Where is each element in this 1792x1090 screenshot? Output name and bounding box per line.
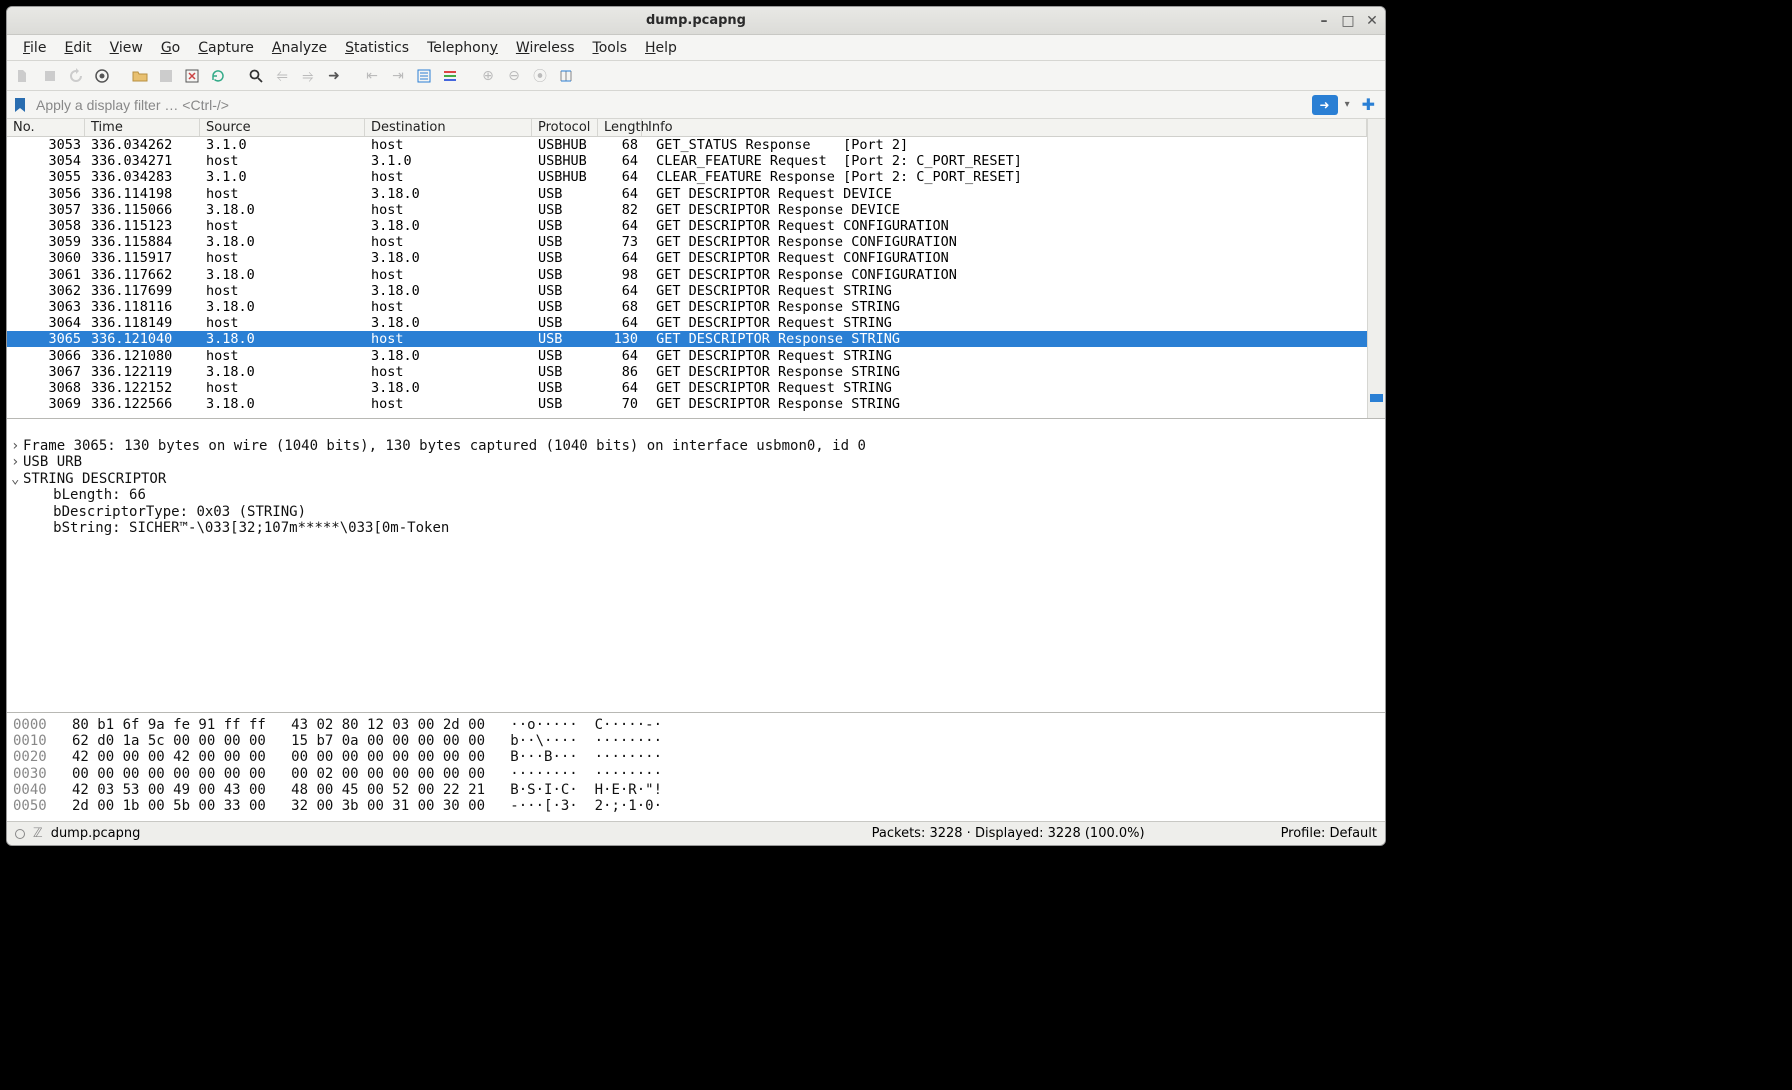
detail-string-descriptor[interactable]: STRING DESCRIPTOR [23, 471, 166, 487]
menu-analyze[interactable]: Analyze [264, 37, 335, 59]
detail-blength[interactable]: bLength: 66 [53, 487, 146, 503]
packet-list-header[interactable]: No. Time Source Destination Protocol Len… [7, 119, 1367, 137]
window-title: dump.pcapng [646, 13, 746, 28]
packet-bytes-pane[interactable]: 0000 80 b1 6f 9a fe 91 ff ff 43 02 80 12… [7, 713, 1385, 821]
packet-row[interactable]: 3060336.115917host3.18.0USB64 GET DESCRI… [7, 250, 1367, 266]
col-header-destination[interactable]: Destination [365, 119, 532, 136]
zoom-out-icon[interactable]: ⊖ [503, 65, 525, 87]
menu-wireless[interactable]: Wireless [508, 37, 583, 59]
col-header-source[interactable]: Source [200, 119, 365, 136]
packet-row[interactable]: 3058336.115123host3.18.0USB64 GET DESCRI… [7, 218, 1367, 234]
packet-row[interactable]: 3069336.1225663.18.0hostUSB70 GET DESCRI… [7, 396, 1367, 412]
display-filter-bar: ➜ ▾ ✚ [7, 91, 1385, 119]
menu-help[interactable]: Help [637, 37, 685, 59]
bookmark-icon[interactable] [12, 97, 28, 113]
add-filter-button[interactable]: ✚ [1357, 95, 1380, 114]
maximize-button[interactable]: □ [1341, 13, 1355, 29]
zoom-in-icon[interactable]: ⊕ [477, 65, 499, 87]
close-button[interactable]: ✕ [1365, 13, 1379, 29]
packet-row[interactable]: 3056336.114198host3.18.0USB64 GET DESCRI… [7, 186, 1367, 202]
go-forward-icon[interactable]: ⥤ [297, 65, 319, 87]
zoom-reset-icon[interactable]: ⦿ [529, 65, 551, 87]
close-file-icon[interactable] [181, 65, 203, 87]
menu-file[interactable]: File [15, 37, 54, 59]
detail-usb-urb[interactable]: USB URB [23, 454, 82, 470]
start-capture-icon[interactable] [13, 65, 35, 87]
col-header-no[interactable]: No. [7, 119, 85, 136]
packet-row[interactable]: 3068336.122152host3.18.0USB64 GET DESCRI… [7, 380, 1367, 396]
colorize-icon[interactable] [439, 65, 461, 87]
menu-telephony[interactable]: Telephony [419, 37, 506, 59]
toolbar: ⥢ ⥤ ➜ ⇤ ⇥ ⊕ ⊖ ⦿ [7, 61, 1385, 91]
go-first-icon[interactable]: ⇤ [361, 65, 383, 87]
go-to-packet-icon[interactable]: ➜ [323, 65, 345, 87]
packet-row[interactable]: 3053336.0342623.1.0hostUSBHUB68 GET_STAT… [7, 137, 1367, 153]
packet-row[interactable]: 3067336.1221193.18.0hostUSB86 GET DESCRI… [7, 364, 1367, 380]
reload-file-icon[interactable] [207, 65, 229, 87]
menubar: File Edit View Go Capture Analyze Statis… [7, 35, 1385, 61]
capture-file-properties-icon[interactable]: ℤ [33, 826, 43, 841]
packet-list-body[interactable]: 3053336.0342623.1.0hostUSBHUB68 GET_STAT… [7, 137, 1367, 418]
app-window: dump.pcapng – □ ✕ File Edit View Go Capt… [6, 6, 1386, 846]
expert-info-icon[interactable] [15, 829, 25, 839]
packet-row[interactable]: 3055336.0342833.1.0hostUSBHUB64 CLEAR_FE… [7, 169, 1367, 185]
resize-columns-icon[interactable] [555, 65, 577, 87]
packet-row[interactable]: 3066336.121080host3.18.0USB64 GET DESCRI… [7, 347, 1367, 363]
auto-scroll-icon[interactable] [413, 65, 435, 87]
status-packets: Packets: 3228 · Displayed: 3228 (100.0%) [872, 826, 1145, 841]
status-file: dump.pcapng [51, 826, 141, 841]
packet-row[interactable]: 3063336.1181163.18.0hostUSB68 GET DESCRI… [7, 299, 1367, 315]
packet-row[interactable]: 3062336.117699host3.18.0USB64 GET DESCRI… [7, 283, 1367, 299]
detail-frame[interactable]: Frame 3065: 130 bytes on wire (1040 bits… [23, 438, 866, 454]
menu-tools[interactable]: Tools [585, 37, 636, 59]
packet-row[interactable]: 3065336.1210403.18.0hostUSB130 GET DESCR… [7, 331, 1367, 347]
go-back-icon[interactable]: ⥢ [271, 65, 293, 87]
menu-capture[interactable]: Capture [190, 37, 262, 59]
menu-statistics[interactable]: Statistics [337, 37, 417, 59]
packet-list-scrollbar[interactable] [1367, 119, 1385, 418]
save-file-icon[interactable] [155, 65, 177, 87]
col-header-protocol[interactable]: Protocol [532, 119, 598, 136]
col-header-time[interactable]: Time [85, 119, 200, 136]
open-file-icon[interactable] [129, 65, 151, 87]
packet-list-pane: No. Time Source Destination Protocol Len… [7, 119, 1385, 419]
detail-bstring[interactable]: bString: SICHER™-\033[32;107m*****\033[0… [53, 520, 449, 536]
packet-row[interactable]: 3054336.034271host3.1.0USBHUB64 CLEAR_FE… [7, 153, 1367, 169]
filter-history-dropdown[interactable]: ▾ [1342, 99, 1353, 110]
minimize-button[interactable]: – [1317, 13, 1331, 29]
menu-view[interactable]: View [102, 37, 151, 59]
display-filter-input[interactable] [32, 95, 1308, 115]
stop-capture-icon[interactable] [39, 65, 61, 87]
packet-details-pane[interactable]: ›Frame 3065: 130 bytes on wire (1040 bit… [7, 419, 1385, 713]
menu-go[interactable]: Go [153, 37, 188, 59]
packet-row[interactable]: 3057336.1150663.18.0hostUSB82 GET DESCRI… [7, 202, 1367, 218]
statusbar: ℤ dump.pcapng Packets: 3228 · Displayed:… [7, 821, 1385, 845]
go-last-icon[interactable]: ⇥ [387, 65, 409, 87]
detail-bdescriptortype[interactable]: bDescriptorType: 0x03 (STRING) [53, 504, 306, 520]
packet-row[interactable]: 3059336.1158843.18.0hostUSB73 GET DESCRI… [7, 234, 1367, 250]
menu-edit[interactable]: Edit [56, 37, 99, 59]
restart-capture-icon[interactable] [65, 65, 87, 87]
scrollbar-thumb[interactable] [1370, 394, 1383, 402]
find-packet-icon[interactable] [245, 65, 267, 87]
status-profile[interactable]: Profile: Default [1281, 826, 1377, 841]
col-header-length[interactable]: Length [598, 119, 642, 136]
apply-filter-button[interactable]: ➜ [1312, 95, 1338, 115]
titlebar: dump.pcapng – □ ✕ [7, 7, 1385, 35]
packet-row[interactable]: 3061336.1176623.18.0hostUSB98 GET DESCRI… [7, 267, 1367, 283]
capture-options-icon[interactable] [91, 65, 113, 87]
packet-row[interactable]: 3064336.118149host3.18.0USB64 GET DESCRI… [7, 315, 1367, 331]
col-header-info[interactable]: Info [642, 119, 1367, 136]
